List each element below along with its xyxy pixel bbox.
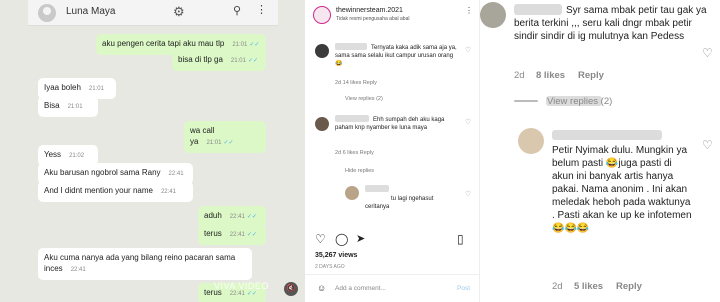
comment-text: Syr sama mbak petir tau gak ya berita te… [514,5,707,42]
message-time: 21:01 [230,58,246,64]
reply-button[interactable]: Reply [616,281,642,292]
heart-icon[interactable]: ♡ [702,138,713,152]
comment-likes[interactable]: 8 likes [536,70,565,81]
message-time: 22:41 [70,267,86,273]
view-replies-link[interactable]: View replies (2) [345,96,383,102]
message-time: 21:01 [88,86,104,92]
chat-message: wa call ya 21:01 ✓✓ [184,121,266,153]
video-watermark: VIVA VIDEO [214,281,269,291]
read-ticks-icon: ✓✓ [247,58,258,64]
contact-avatar[interactable] [38,4,56,22]
read-ticks-icon: ✓✓ [246,214,257,220]
comment-time: 2d [552,281,563,292]
divider [305,274,480,275]
hide-replies-link[interactable]: Hide replies [345,168,374,174]
blurred-username [365,185,389,192]
heart-icon[interactable]: ♡ [465,118,471,126]
replies-divider [514,100,538,102]
chat-header: Luna Maya ⚙ ⚲ ⋮ [28,0,278,26]
message-text: Yess [44,150,62,159]
comment-time: 2d [514,70,525,81]
reply-button[interactable]: Reply [578,70,604,81]
message-time: 22:41 [229,214,245,220]
share-icon[interactable]: ➤ [356,232,365,245]
post-username[interactable]: thewinnersteam.2021 [336,7,403,14]
heart-icon[interactable]: ♡ [465,190,471,198]
comment-icon[interactable]: ◯ [335,232,348,246]
comment-meta: 2d 6 likes Reply [335,150,374,156]
commenter-avatar[interactable] [315,117,329,131]
commenter-avatar[interactable] [345,186,359,200]
post-comment-button[interactable]: Post [457,285,470,292]
view-replies-link[interactable]: View replies (2) [547,96,612,107]
commenter-avatar[interactable] [315,44,329,58]
emoji-icon[interactable]: ☺ [317,283,326,293]
message-time: 21:02 [69,153,85,159]
message-text: terus [204,229,222,238]
read-ticks-icon: ✓✓ [223,140,234,146]
read-ticks-icon: ✓✓ [249,42,260,48]
chat-message: bisa di tlp ga 21:01 ✓✓ [172,50,266,71]
post-avatar[interactable] [313,6,331,24]
post-subtitle: Tidak resmi pengusaha abal abal [336,16,410,22]
comment-text: Petir Nyimak dulu. Mungkin ya belum past… [552,145,692,234]
add-comment-input[interactable]: Add a comment... [335,285,386,292]
contact-name[interactable]: Luna Maya [66,6,115,17]
chat-message: And I didnt mention your name 22:41 [38,181,193,202]
read-ticks-icon: ✓✓ [246,232,257,238]
comment-closeup: Syr sama mbak petir tau gak ya berita te… [480,0,720,302]
message-text: Aku barusan ngobrol sama Rany [44,168,161,177]
message-time: 21:01 [232,42,248,48]
message-time: 21:01 [67,104,83,110]
gear-icon[interactable]: ⚙ [173,4,185,20]
search-icon[interactable]: ⚲ [233,4,241,17]
bookmark-icon[interactable]: ▯ [457,232,464,246]
comment-text: Ternyata kaka adik sama aja ya, sama sam… [335,45,457,67]
message-text: aduh [204,211,222,220]
message-text: And I didnt mention your name [44,186,153,195]
comment-text: tu lagi ngehasut ceritanya [365,196,434,210]
blurred-username [552,130,662,140]
more-options-icon[interactable]: ⋮ [465,6,473,15]
message-text: Bisa [44,101,60,110]
comment-text: Ehh sumpah deh aku kaga paham knp nyambe… [335,117,445,131]
comment-meta: 2d 14 likes Reply [335,80,377,86]
chat-message: terus 22:41 ✓✓ [198,224,266,245]
commenter-avatar[interactable] [518,128,544,154]
message-time: 22:41 [229,232,245,238]
more-options-icon[interactable]: ⋮ [256,3,267,16]
instagram-post: thewinnersteam.2021 Tidak resmi pengusah… [305,0,480,302]
message-text: aku pengen cerita tapi aku mau tlp [102,39,225,48]
commenter-avatar[interactable] [480,2,506,28]
message-text: Iyaa boleh [44,83,81,92]
heart-icon[interactable]: ♡ [465,46,471,54]
message-time: 22:41 [160,189,176,195]
mute-icon[interactable]: 🔇 [284,282,298,296]
message-time: 21:01 [206,140,222,146]
post-date: 2 DAYS AGO [315,264,345,270]
view-count: 35,267 views [315,252,358,259]
comment-likes[interactable]: 5 likes [574,281,603,292]
message-time: 22:41 [168,171,184,177]
chat-screenshot: Luna Maya ⚙ ⚲ ⋮ aku pengen cerita tapi a… [0,0,305,302]
message-time: 22:41 [229,291,245,297]
like-heart-icon[interactable]: ♡ [315,232,326,246]
message-text: bisa di tlp ga [178,55,223,64]
heart-icon[interactable]: ♡ [702,46,713,60]
chat-message: Aku cuma nanya ada yang bilang reino pac… [38,248,252,280]
read-ticks-icon: ✓✓ [246,291,257,297]
chat-message: Bisa 21:01 [38,96,98,117]
